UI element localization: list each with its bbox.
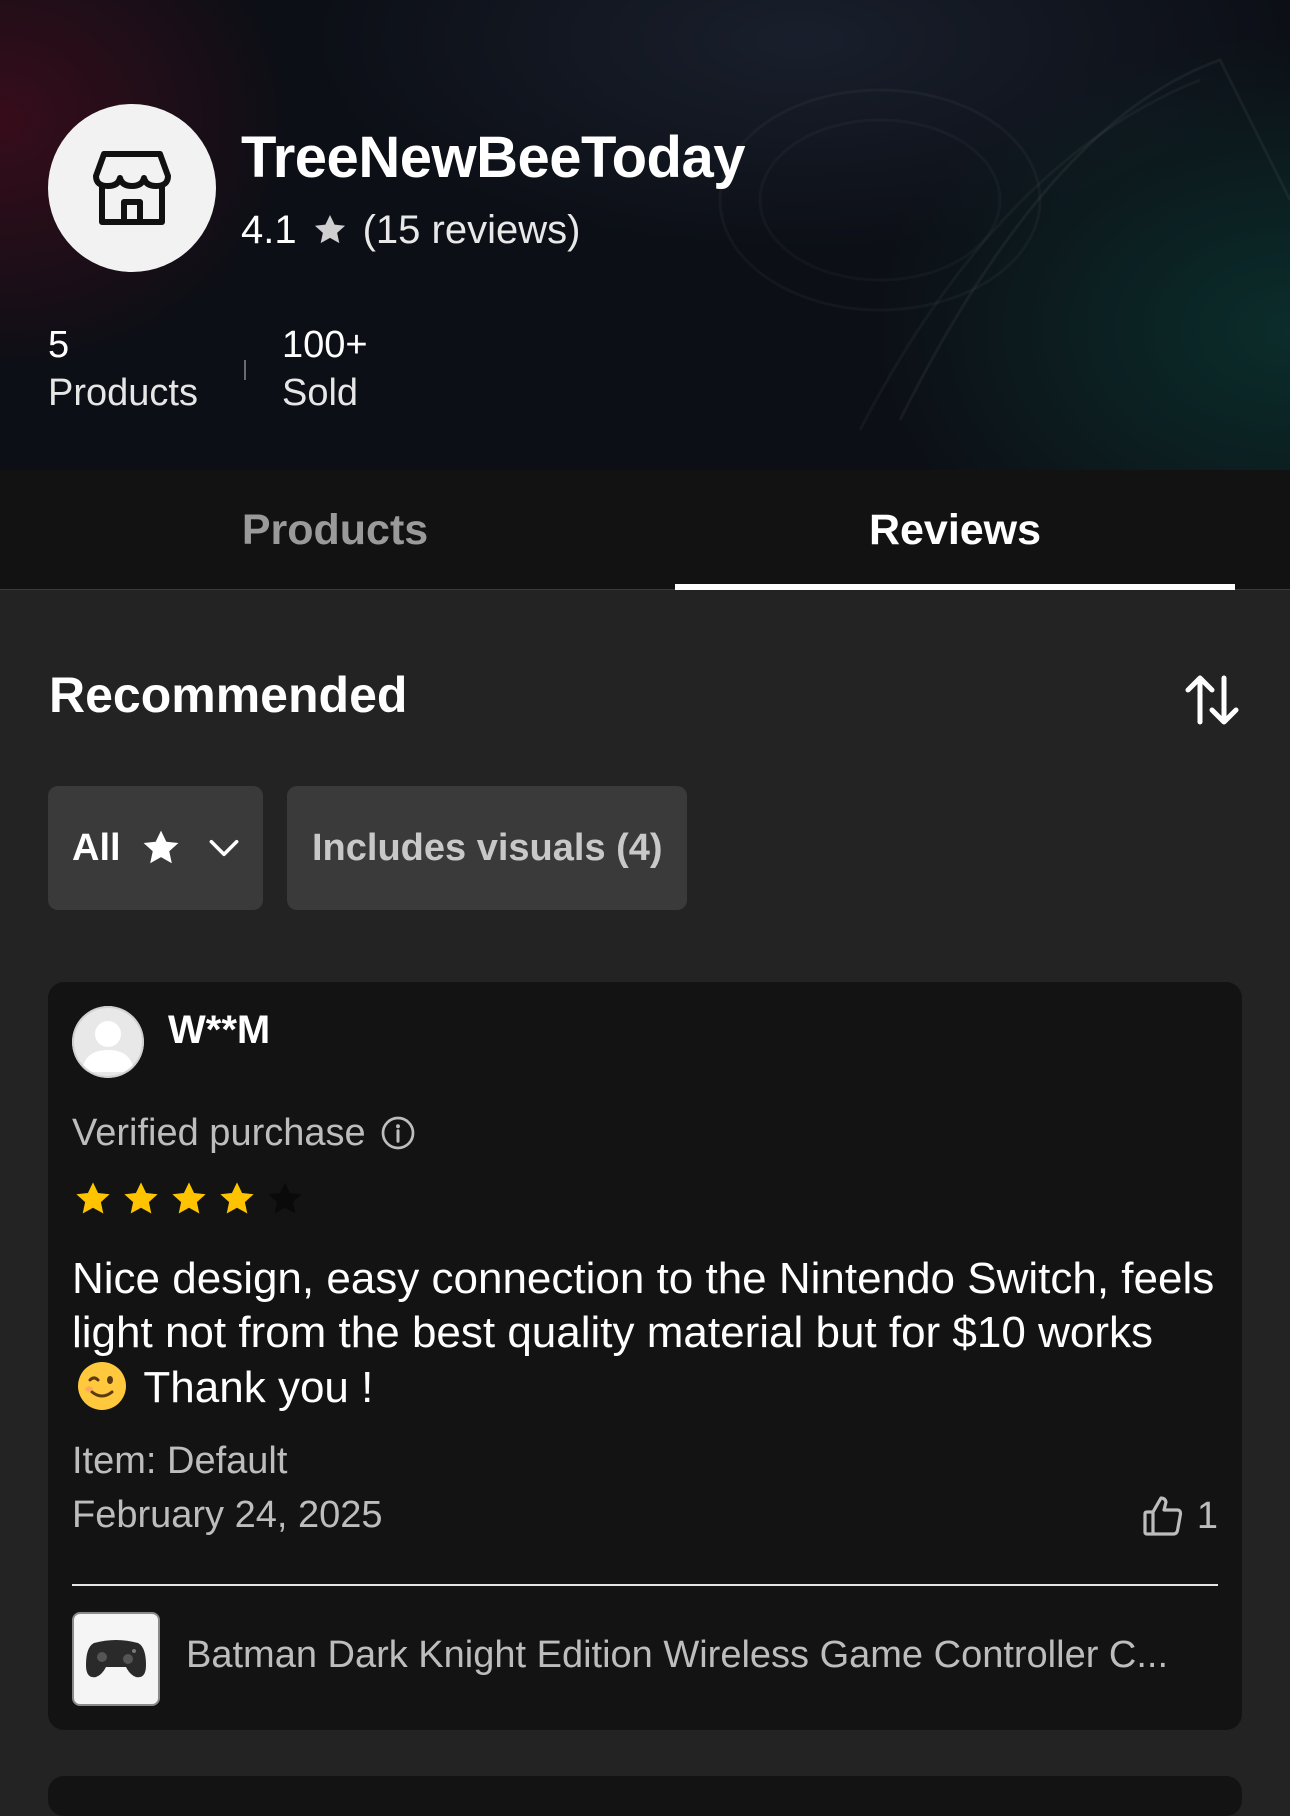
rating-filter-label: All: [72, 826, 121, 869]
default-avatar-icon: [72, 1006, 144, 1078]
rating-value: 4.1: [241, 207, 297, 252]
includes-visuals-filter[interactable]: Includes visuals (4): [287, 786, 687, 910]
star-filled-icon: [76, 1182, 110, 1214]
card-divider: [72, 1584, 1218, 1586]
review-card: W**M Verified purchase Nice design, easy…: [48, 982, 1242, 1730]
tab-products[interactable]: Products: [0, 470, 670, 590]
shop-header: TreeNewBeeToday 4.1 (15 reviews) 5 Produ…: [0, 0, 1290, 470]
sold-label: Sold: [282, 372, 359, 414]
products-stat: 5 Products: [48, 322, 198, 418]
product-thumbnail[interactable]: [72, 1612, 160, 1706]
star-icon: [143, 830, 178, 864]
review-card: [48, 1776, 1242, 1816]
review-text-part1: Nice design, easy connection to the Nint…: [72, 1254, 1215, 1357]
info-icon[interactable]: [380, 1115, 416, 1151]
sold-stat: 100+ Sold: [282, 322, 368, 418]
shop-rating[interactable]: 4.1 (15 reviews): [241, 204, 580, 256]
shop-avatar[interactable]: [48, 104, 216, 272]
like-count: 1: [1196, 1494, 1218, 1537]
tab-reviews[interactable]: Reviews: [675, 470, 1235, 590]
review-text: Nice design, easy connection to the Nint…: [72, 1252, 1222, 1425]
section-title: Recommended: [49, 667, 408, 723]
game-controller-icon: [86, 1640, 146, 1678]
store-icon: [93, 151, 171, 225]
product-title[interactable]: Batman Dark Knight Edition Wireless Game…: [186, 1634, 1206, 1677]
reviewer-name: W**M: [168, 1008, 271, 1052]
review-star-rating: [72, 1178, 312, 1220]
products-count: 5: [48, 324, 70, 366]
thumbs-up-icon: [1143, 1496, 1182, 1536]
verified-purchase-label: Verified purchase: [72, 1111, 366, 1154]
user-avatar: [72, 1006, 144, 1078]
review-text-part2: Thank you !: [132, 1363, 374, 1412]
products-label: Products: [48, 372, 198, 414]
shop-name: TreeNewBeeToday: [241, 125, 745, 190]
stat-divider: [244, 360, 246, 380]
star-icon: [314, 214, 345, 244]
star-filled-icon: [220, 1182, 254, 1214]
active-tab-indicator: [675, 584, 1235, 590]
winking-face-emoji: [76, 1360, 128, 1425]
tab-bar: Products Reviews: [0, 470, 1290, 590]
sold-count: 100+: [282, 324, 368, 366]
star-filled-icon: [172, 1182, 206, 1214]
sort-arrows-icon: [1185, 675, 1239, 725]
chevron-down-icon: [209, 839, 238, 857]
star-empty-icon: [268, 1182, 302, 1214]
item-variant: Item: Default: [72, 1440, 288, 1482]
review-date: February 24, 2025: [72, 1494, 383, 1536]
sort-button[interactable]: [1182, 670, 1242, 730]
rating-filter-dropdown[interactable]: All: [48, 786, 263, 910]
verified-purchase[interactable]: Verified purchase: [72, 1108, 416, 1158]
like-button[interactable]: 1: [1139, 1488, 1218, 1544]
reviews-count: (15 reviews): [362, 207, 581, 252]
star-filled-icon: [124, 1182, 158, 1214]
